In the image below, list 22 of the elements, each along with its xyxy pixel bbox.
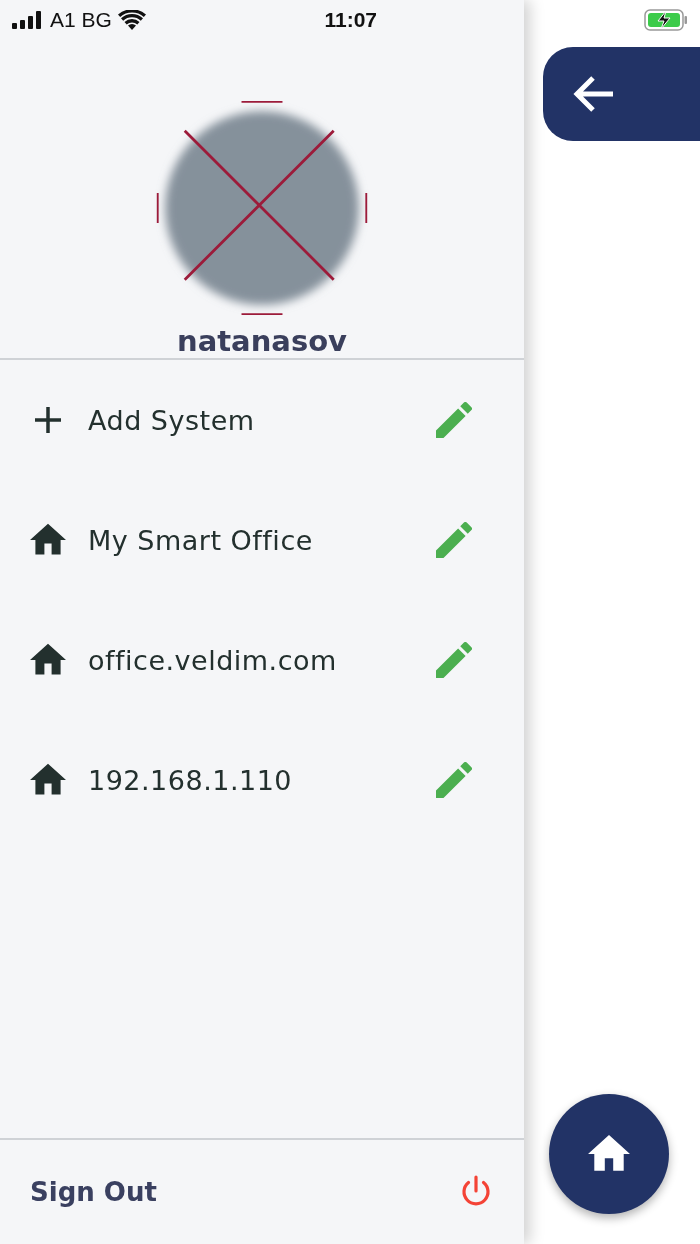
system-item[interactable]: office.veldim.com <box>0 600 524 720</box>
edit-icon[interactable] <box>436 642 472 678</box>
edit-icon[interactable] <box>436 762 472 798</box>
system-item[interactable]: Add System <box>0 360 524 480</box>
edit-icon[interactable] <box>436 402 472 438</box>
home-button[interactable] <box>549 1094 669 1214</box>
user-name: natanasov <box>177 324 347 358</box>
sign-out-link[interactable]: Sign Out <box>30 1177 157 1207</box>
status-time: 11:07 <box>324 8 377 32</box>
back-button[interactable] <box>543 47 700 141</box>
system-item[interactable]: 192.168.1.110 <box>0 720 524 840</box>
signal-icon <box>12 11 44 29</box>
edit-icon[interactable] <box>436 522 472 558</box>
system-label: My Smart Office <box>88 524 313 556</box>
system-item[interactable]: My Smart Office <box>0 480 524 600</box>
system-label: 192.168.1.110 <box>88 764 293 796</box>
carrier-name: A1 BG <box>50 8 112 32</box>
system-label: Add System <box>88 404 255 436</box>
battery-icon <box>644 9 688 31</box>
system-label: office.veldim.com <box>88 644 337 676</box>
wifi-icon <box>117 10 146 30</box>
back-arrow-icon <box>573 75 615 113</box>
